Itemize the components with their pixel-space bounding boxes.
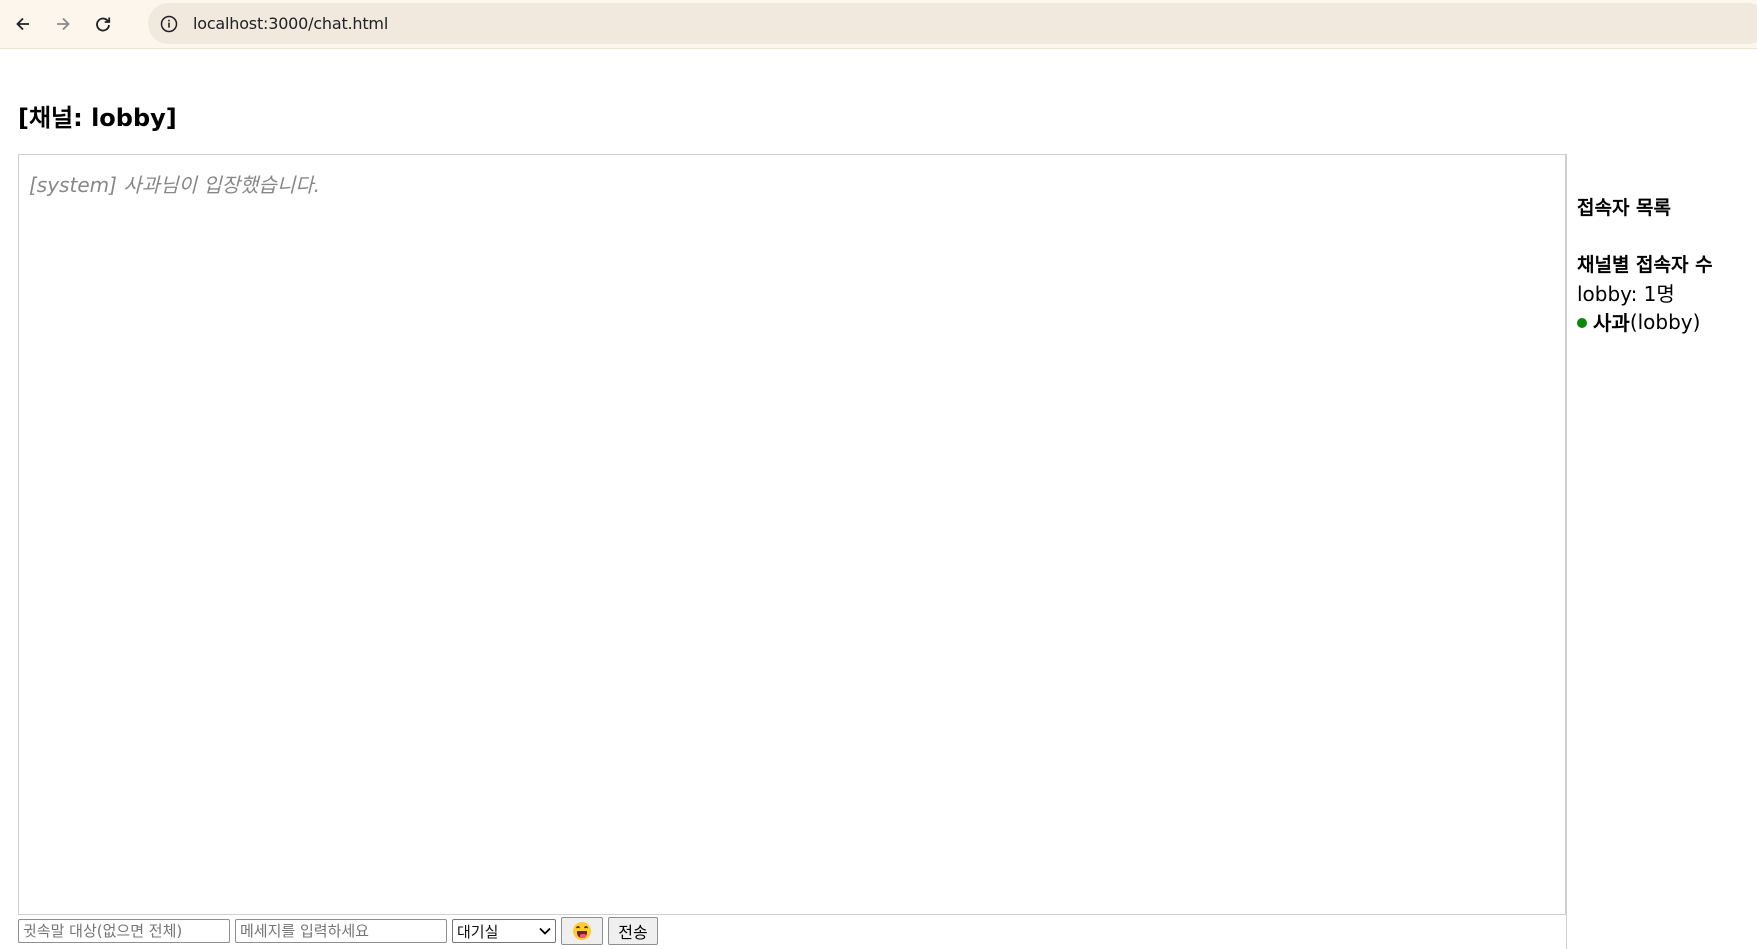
chat-message-area[interactable]: [system] 사과님이 입장했습니다.: [18, 154, 1566, 915]
channel-select-value: 대기실: [457, 922, 499, 941]
message-input-row: 대기실 전송: [18, 916, 663, 946]
message-input[interactable]: [235, 919, 447, 943]
arrow-right-icon: [57, 17, 70, 31]
user-list-item: 사과 (lobby): [1577, 307, 1700, 336]
address-bar[interactable]: localhost:3000/chat.html: [148, 3, 1757, 44]
users-heading: 접속자 목록: [1577, 197, 1672, 219]
channel-counts-heading: 채널별 접속자 수: [1577, 254, 1713, 276]
browser-toolbar: localhost:3000/chat.html: [0, 0, 1757, 49]
info-icon: [160, 15, 178, 33]
chevron-down-icon: [539, 927, 551, 935]
reload-button[interactable]: [89, 10, 117, 38]
system-message: [system] 사과님이 입장했습니다.: [29, 173, 320, 197]
arrow-left-icon: [16, 17, 29, 31]
emoji-button[interactable]: [561, 917, 603, 945]
grinning-squinting-face-icon: [573, 922, 591, 940]
users-sidebar: 접속자 목록 채널별 접속자 수 lobby: 1명 사과 (lobby): [1566, 154, 1757, 949]
reload-icon: [96, 17, 111, 32]
forward-button[interactable]: [49, 10, 77, 38]
user-name: 사과: [1593, 311, 1630, 335]
online-status-icon: [1577, 317, 1587, 328]
url-text[interactable]: localhost:3000/chat.html: [193, 14, 388, 33]
channel-title: [채널: lobby]: [18, 104, 177, 132]
send-button[interactable]: 전송: [608, 917, 658, 945]
user-channel: (lobby): [1629, 309, 1701, 334]
channel-select[interactable]: 대기실: [452, 919, 556, 943]
back-button[interactable]: [9, 10, 37, 38]
site-info-button[interactable]: [158, 13, 180, 35]
channel-count-line: lobby: 1명: [1577, 282, 1675, 306]
whisper-target-input[interactable]: [18, 919, 230, 943]
